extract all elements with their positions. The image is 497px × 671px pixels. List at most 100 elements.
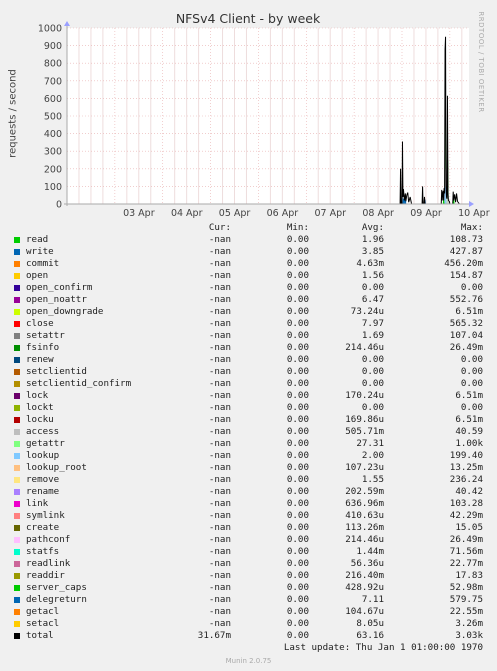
legend-min: 0.00 — [286, 354, 309, 365]
legend-row: close -nan 0.00 7.97 565.32 — [0, 318, 497, 330]
legend-max: 17.83 — [455, 570, 483, 581]
y-tick-label: 500 — [44, 112, 62, 123]
legend-series-name: fsinfo — [26, 342, 60, 353]
legend-swatch — [14, 597, 20, 603]
y-tick-labels: 0 100 200 300 400 500 600 700 800 900 1000 — [38, 24, 62, 211]
legend-max: 71.56m — [449, 546, 483, 557]
legend-header-avg: Avg: — [361, 222, 384, 233]
legend-cur: -nan — [208, 438, 231, 449]
legend-swatch — [14, 513, 20, 519]
legend-min: 0.00 — [286, 342, 309, 353]
legend-row: access -nan 0.00 505.71m 40.59 — [0, 426, 497, 438]
legend-series-name: open_noattr — [26, 294, 87, 305]
legend-min: 0.00 — [286, 294, 309, 305]
legend-series-name: readlink — [26, 558, 71, 569]
legend-avg: 2.00 — [361, 450, 384, 461]
legend-row: lookup_root -nan 0.00 107.23u 13.25m — [0, 462, 497, 474]
legend-swatch — [14, 249, 20, 255]
legend-swatch — [14, 573, 20, 579]
legend-max: 0.00 — [460, 366, 483, 377]
legend-max: 42.29m — [449, 510, 483, 521]
legend-avg: 1.69 — [361, 330, 384, 341]
legend-min: 0.00 — [286, 330, 309, 341]
legend-swatch — [14, 525, 20, 531]
legend-max: 0.00 — [460, 402, 483, 413]
legend-row: locku -nan 0.00 169.86u 6.51m — [0, 414, 497, 426]
legend-header-cur: Cur: — [208, 222, 231, 233]
legend-max: 40.59 — [455, 426, 483, 437]
legend-swatch — [14, 333, 20, 339]
y-tick-label: 900 — [44, 41, 62, 52]
legend-min: 0.00 — [286, 570, 309, 581]
legend-min: 0.00 — [286, 366, 309, 377]
legend-row: commit -nan 0.00 4.63m 456.20m — [0, 258, 497, 270]
legend-min: 0.00 — [286, 558, 309, 569]
legend-series-name: rename — [26, 486, 60, 497]
y-tick-label: 100 — [44, 182, 62, 193]
legend-swatch — [14, 477, 20, 483]
legend-avg: 104.67u — [345, 606, 384, 617]
legend-row: setclientid -nan 0.00 0.00 0.00 — [0, 366, 497, 378]
legend-row: create -nan 0.00 113.26m 15.05 — [0, 522, 497, 534]
legend-max: 579.75 — [449, 594, 483, 605]
legend-series-name: lookup — [26, 450, 60, 461]
legend-swatch — [14, 345, 20, 351]
legend-cur: -nan — [208, 486, 231, 497]
legend-max: 154.87 — [449, 270, 483, 281]
legend-cur: -nan — [208, 306, 231, 317]
legend-avg: 56.36u — [350, 558, 384, 569]
legend-max: 40.42 — [455, 486, 483, 497]
legend-min: 0.00 — [286, 546, 309, 557]
x-tick-label: 08 Apr — [362, 208, 394, 219]
legend-cur: 31.67m — [197, 630, 231, 641]
legend-max: 15.05 — [455, 522, 483, 533]
legend-swatch — [14, 297, 20, 303]
legend-cur: -nan — [208, 618, 231, 629]
legend-min: 0.00 — [286, 438, 309, 449]
legend-series-name: open — [26, 270, 49, 281]
legend-row: lock -nan 0.00 170.24u 6.51m — [0, 390, 497, 402]
legend-max: 6.51m — [455, 414, 483, 425]
legend-table: Cur: Min: Avg: Max: read -nan 0.00 1.96 108.… — [0, 222, 497, 642]
legend-avg: 1.96 — [361, 234, 384, 245]
legend-row: readdir -nan 0.00 216.40m 17.83 — [0, 570, 497, 582]
legend-series-name: remove — [26, 474, 60, 485]
legend-series-name: link — [26, 498, 49, 509]
x-axis-arrow — [469, 201, 474, 207]
legend-row: setattr -nan 0.00 1.69 107.04 — [0, 330, 497, 342]
legend-cur: -nan — [208, 426, 231, 437]
legend-swatch — [14, 321, 20, 327]
legend-swatch — [14, 273, 20, 279]
legend-row: readlink -nan 0.00 56.36u 22.77m — [0, 558, 497, 570]
legend-swatch — [14, 585, 20, 591]
legend-avg: 214.46u — [345, 342, 384, 353]
legend-cur: -nan — [208, 282, 231, 293]
legend-series-name: commit — [26, 258, 60, 269]
legend-min: 0.00 — [286, 282, 309, 293]
legend-min: 0.00 — [286, 582, 309, 593]
legend-row: getacl -nan 0.00 104.67u 22.55m — [0, 606, 497, 618]
legend-series-name: setattr — [26, 330, 65, 341]
legend-cur: -nan — [208, 582, 231, 593]
legend-max: 108.73 — [449, 234, 483, 245]
legend-swatch — [14, 561, 20, 567]
legend-max: 13.25m — [449, 462, 483, 473]
chart-title: NFSv4 Client - by week — [176, 11, 321, 26]
legend-avg: 113.26m — [345, 522, 384, 533]
rrdtool-credit: RRDTOOL / TOBI OETIKER — [477, 11, 485, 113]
y-tick-label: 800 — [44, 59, 62, 70]
legend-swatch — [14, 633, 20, 639]
legend-max: 103.28 — [449, 498, 483, 509]
legend-min: 0.00 — [286, 414, 309, 425]
legend-cur: -nan — [208, 270, 231, 281]
legend-min: 0.00 — [286, 306, 309, 317]
legend-series-name: pathconf — [26, 534, 71, 545]
legend-swatch — [14, 237, 20, 243]
legend-min: 0.00 — [286, 486, 309, 497]
y-tick-label: 300 — [44, 147, 62, 158]
legend-cur: -nan — [208, 498, 231, 509]
legend-max: 22.55m — [449, 606, 483, 617]
legend-max: 22.77m — [449, 558, 483, 569]
legend-max: 6.51m — [455, 390, 483, 401]
legend-row: link -nan 0.00 636.96m 103.28 — [0, 498, 497, 510]
